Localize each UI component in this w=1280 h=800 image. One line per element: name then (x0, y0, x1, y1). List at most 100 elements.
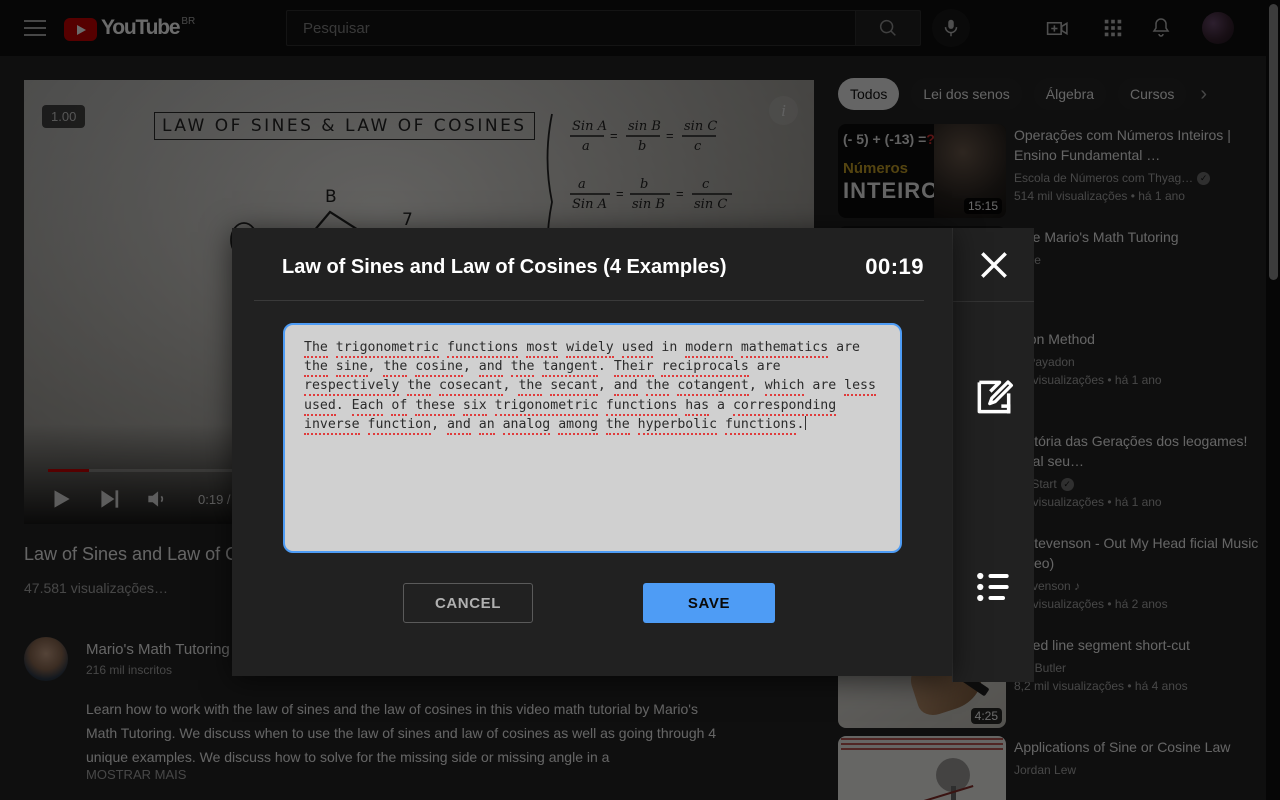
svg-text:c: c (702, 177, 710, 192)
chip-lei-dos-senos[interactable]: Lei dos senos (911, 78, 1021, 110)
svg-text:=: = (616, 186, 624, 201)
svg-text:b: b (638, 139, 646, 154)
info-icon[interactable]: i (769, 96, 798, 125)
spellcheck-word: reciprocals (661, 359, 748, 377)
spellcheck-word: of (391, 398, 407, 416)
spellcheck-word: functions (725, 417, 796, 435)
spellcheck-word: corresponding (733, 398, 836, 416)
player-controls: 0:19 / 9: (48, 486, 245, 512)
svg-text:=: = (676, 186, 684, 201)
svg-text:B: B (325, 187, 337, 207)
create-video-button[interactable] (1043, 14, 1071, 42)
svg-text:sin C: sin C (694, 197, 727, 212)
avatar[interactable] (1202, 12, 1234, 44)
video-views: 514 mil visualizações • há 1 ano (1014, 187, 1266, 205)
spellcheck-word: the (646, 378, 670, 396)
search-button[interactable] (856, 10, 921, 46)
spellcheck-word: secant (550, 378, 598, 396)
note-textarea[interactable]: The trigonometric functions most widely … (283, 323, 902, 553)
spellcheck-word: Each (352, 398, 384, 416)
list-item[interactable]: Applications of Sine or Cosine Law Jorda… (838, 736, 1266, 800)
svg-text:7: 7 (402, 210, 413, 230)
edit-note-dialog: Law of Sines and Law of Cosines (4 Examp… (232, 228, 952, 676)
progress-fill (48, 469, 89, 472)
channel-name[interactable]: Mario's Math Tutoring (86, 641, 230, 658)
edit-button[interactable] (953, 302, 1034, 492)
spellcheck-word: mathematics (741, 340, 828, 358)
dialog-divider (254, 300, 924, 301)
spellcheck-word: Their (614, 359, 654, 377)
search-icon (877, 17, 899, 39)
svg-text:=: = (666, 128, 674, 143)
chip-cursos[interactable]: Cursos (1118, 78, 1186, 110)
video-description: Learn how to work with the law of sines … (86, 697, 726, 769)
scrollbar-thumb[interactable] (1269, 4, 1278, 280)
spellcheck-word: and (479, 359, 503, 377)
apps-button[interactable] (1099, 14, 1127, 42)
search-input[interactable]: Pesquisar (286, 10, 856, 46)
video-views: 8,2 mil visualizações • há 4 anos (1014, 677, 1266, 695)
list-button[interactable] (953, 492, 1034, 682)
spellcheck-word: six (463, 398, 487, 416)
chip-todos[interactable]: Todos (838, 78, 899, 110)
spellcheck-word: the (383, 359, 407, 377)
video-thumbnail: (- 5) + (-13) =? NúmerosINTEIROS 15:15 (838, 124, 1006, 218)
dialog-title: Law of Sines and Law of Cosines (4 Examp… (282, 256, 727, 279)
spellcheck-word: less (844, 378, 876, 396)
spellcheck-word: the (518, 378, 542, 396)
spellcheck-word: these (415, 398, 455, 416)
bell-icon (1149, 16, 1173, 40)
video-channel: Jordan Lew (1014, 761, 1076, 779)
page-scrollbar[interactable] (1266, 0, 1280, 800)
close-button[interactable] (953, 228, 1034, 302)
hamburger-icon[interactable] (24, 16, 48, 40)
playback-speed-badge: 1.00 (42, 105, 85, 128)
create-video-icon (1045, 16, 1070, 41)
video-title: x de Mario's Math Tutoring (1014, 227, 1266, 247)
play-icon[interactable] (48, 486, 74, 512)
youtube-logo[interactable]: YouTube BR (64, 15, 195, 41)
show-more-button[interactable]: MOSTRAR MAIS (86, 767, 186, 782)
channel-subscribers: 216 mil inscritos (86, 663, 172, 677)
text-caret (805, 416, 806, 430)
chip-algebra[interactable]: Álgebra (1034, 78, 1106, 110)
svg-text:c: c (694, 139, 702, 154)
channel-avatar[interactable] (24, 637, 68, 681)
youtube-logo-country: BR (181, 16, 195, 27)
list-item[interactable]: (- 5) + (-13) =? NúmerosINTEIROS 15:15 O… (838, 124, 1266, 218)
spellcheck-word: an (479, 417, 495, 435)
video-title: ected line segment short-cut (1014, 635, 1266, 655)
video-duration: 15:15 (964, 198, 1002, 214)
microphone-icon (940, 17, 962, 39)
spellcheck-word: trigonometric (336, 340, 439, 358)
next-video-icon[interactable] (96, 486, 122, 512)
search-placeholder: Pesquisar (303, 20, 370, 37)
spellcheck-word: tangent (542, 359, 598, 377)
notifications-button[interactable] (1147, 14, 1175, 42)
spellcheck-word: The (304, 340, 328, 358)
spellcheck-word: most (526, 340, 558, 358)
volume-icon[interactable] (144, 486, 170, 512)
verified-icon: ✓ (1197, 172, 1210, 185)
svg-text:a: a (578, 177, 586, 192)
view-count: 47.581 visualizações… (24, 580, 168, 596)
chevron-right-icon[interactable]: › (1200, 83, 1207, 106)
spellcheck-word: the (304, 359, 328, 377)
video-title: ygon Method (1014, 329, 1266, 349)
list-icon (972, 565, 1016, 609)
video-views: mil visualizações • há 1 ano (1014, 493, 1266, 511)
spellcheck-word: among (558, 417, 598, 435)
video-views: mil visualizações • há 1 ano (1014, 371, 1266, 389)
filter-chips: Todos Lei dos senos Álgebra Cursos › (838, 78, 1207, 110)
youtube-logo-text: YouTube (101, 15, 179, 41)
spellcheck-word: and (447, 417, 471, 435)
apps-grid-icon (1102, 17, 1124, 39)
video-duration: 4:25 (971, 708, 1002, 724)
spellcheck-word: analog (503, 417, 551, 435)
spellcheck-word: cosecant (439, 378, 503, 396)
cancel-button[interactable]: CANCEL (403, 583, 533, 623)
spellcheck-word: used (622, 340, 654, 358)
voice-search-button[interactable] (932, 9, 970, 47)
dialog-header: Law of Sines and Law of Cosines (4 Examp… (232, 228, 952, 280)
save-button[interactable]: SAVE (643, 583, 775, 623)
